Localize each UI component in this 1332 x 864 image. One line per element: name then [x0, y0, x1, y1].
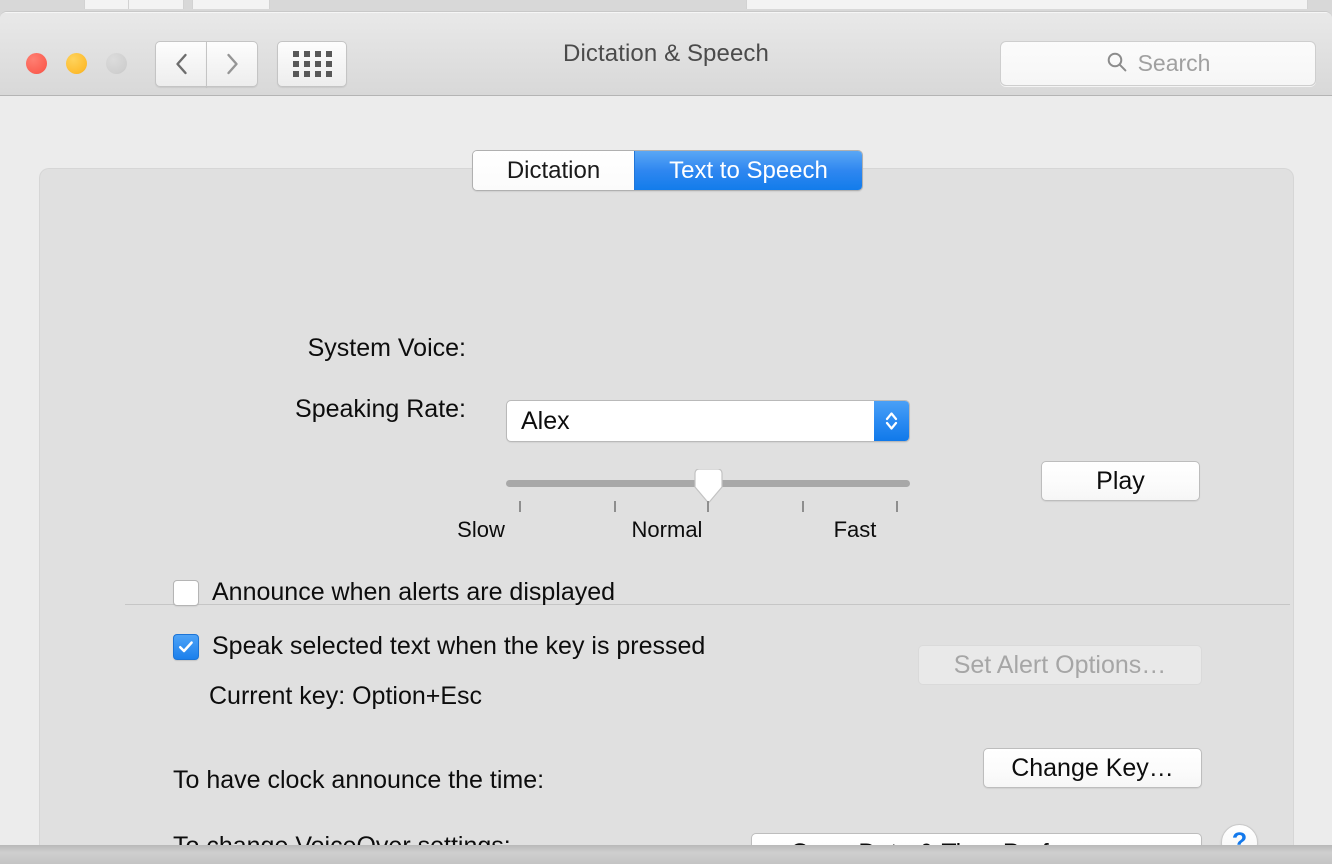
- background-window-fragment-3: [192, 0, 270, 9]
- search-icon: [1106, 51, 1127, 77]
- announce-alerts-checkbox-row[interactable]: Announce when alerts are displayed: [173, 578, 615, 607]
- search-input[interactable]: Search: [1000, 41, 1316, 86]
- speak-selected-text-checkbox-row[interactable]: Speak selected text when the key is pres…: [173, 632, 705, 661]
- show-all-button[interactable]: [277, 41, 347, 87]
- tab-bar: Dictation Text to Speech: [472, 150, 863, 191]
- slider-tick-label-fast: Fast: [833, 517, 877, 542]
- set-alert-options-button[interactable]: Set Alert Options…: [918, 645, 1202, 685]
- background-window-fragment-4: [746, 0, 1308, 9]
- speak-selected-text-label: Speak selected text when the key is pres…: [212, 632, 706, 660]
- checkmark-icon: [178, 640, 193, 652]
- announce-alerts-checkbox[interactable]: [173, 579, 199, 606]
- announce-alerts-label: Announce when alerts are displayed: [212, 578, 616, 606]
- play-button[interactable]: Play: [1041, 461, 1200, 501]
- slider-tick-label-normal: Normal: [631, 517, 703, 542]
- background-window-fragment-2: [128, 0, 184, 9]
- grid-icon: [292, 51, 332, 77]
- tab-dictation[interactable]: Dictation: [473, 151, 634, 190]
- change-key-button[interactable]: Change Key…: [983, 748, 1202, 788]
- speak-selected-text-checkbox[interactable]: [173, 633, 199, 660]
- chevron-left-icon: [175, 53, 188, 75]
- close-window-button[interactable]: [26, 53, 47, 74]
- slider-tick-marks: [506, 501, 910, 513]
- voiceover-settings-label: To change VoiceOver settings:: [173, 832, 511, 846]
- system-voice-value: Alex: [521, 406, 570, 435]
- settings-panel: System Voice: Alex Speaking Rate: Slow N…: [40, 169, 1293, 846]
- desktop-bottom-strip: [0, 845, 1332, 864]
- zoom-window-button[interactable]: [106, 53, 127, 74]
- system-voice-label: System Voice:: [307, 334, 466, 362]
- preferences-window: Dictation & Speech Search Dictation Text…: [0, 11, 1332, 846]
- back-button[interactable]: [155, 41, 207, 87]
- speaking-rate-slider[interactable]: [506, 468, 910, 504]
- forward-button[interactable]: [206, 41, 258, 87]
- preferences-content: Dictation Text to Speech System Voice: A…: [0, 96, 1332, 846]
- clock-announce-label: To have clock announce the time:: [173, 766, 545, 794]
- desktop-background: Dictation & Speech Search Dictation Text…: [0, 0, 1332, 864]
- chevron-right-icon: [226, 53, 239, 75]
- search-placeholder: Search: [1137, 50, 1211, 76]
- current-key-label: Current key: Option+Esc: [209, 682, 483, 710]
- slider-thumb[interactable]: [692, 468, 725, 504]
- speaking-rate-label: Speaking Rate:: [295, 395, 466, 423]
- tab-text-to-speech[interactable]: Text to Speech: [634, 151, 862, 190]
- minimize-window-button[interactable]: [66, 53, 87, 74]
- chevron-up-down-icon[interactable]: [874, 401, 909, 441]
- slider-tick-label-slow: Slow: [457, 517, 505, 542]
- system-voice-popup-button[interactable]: Alex: [506, 400, 910, 442]
- window-toolbar: Dictation & Speech Search: [0, 12, 1332, 96]
